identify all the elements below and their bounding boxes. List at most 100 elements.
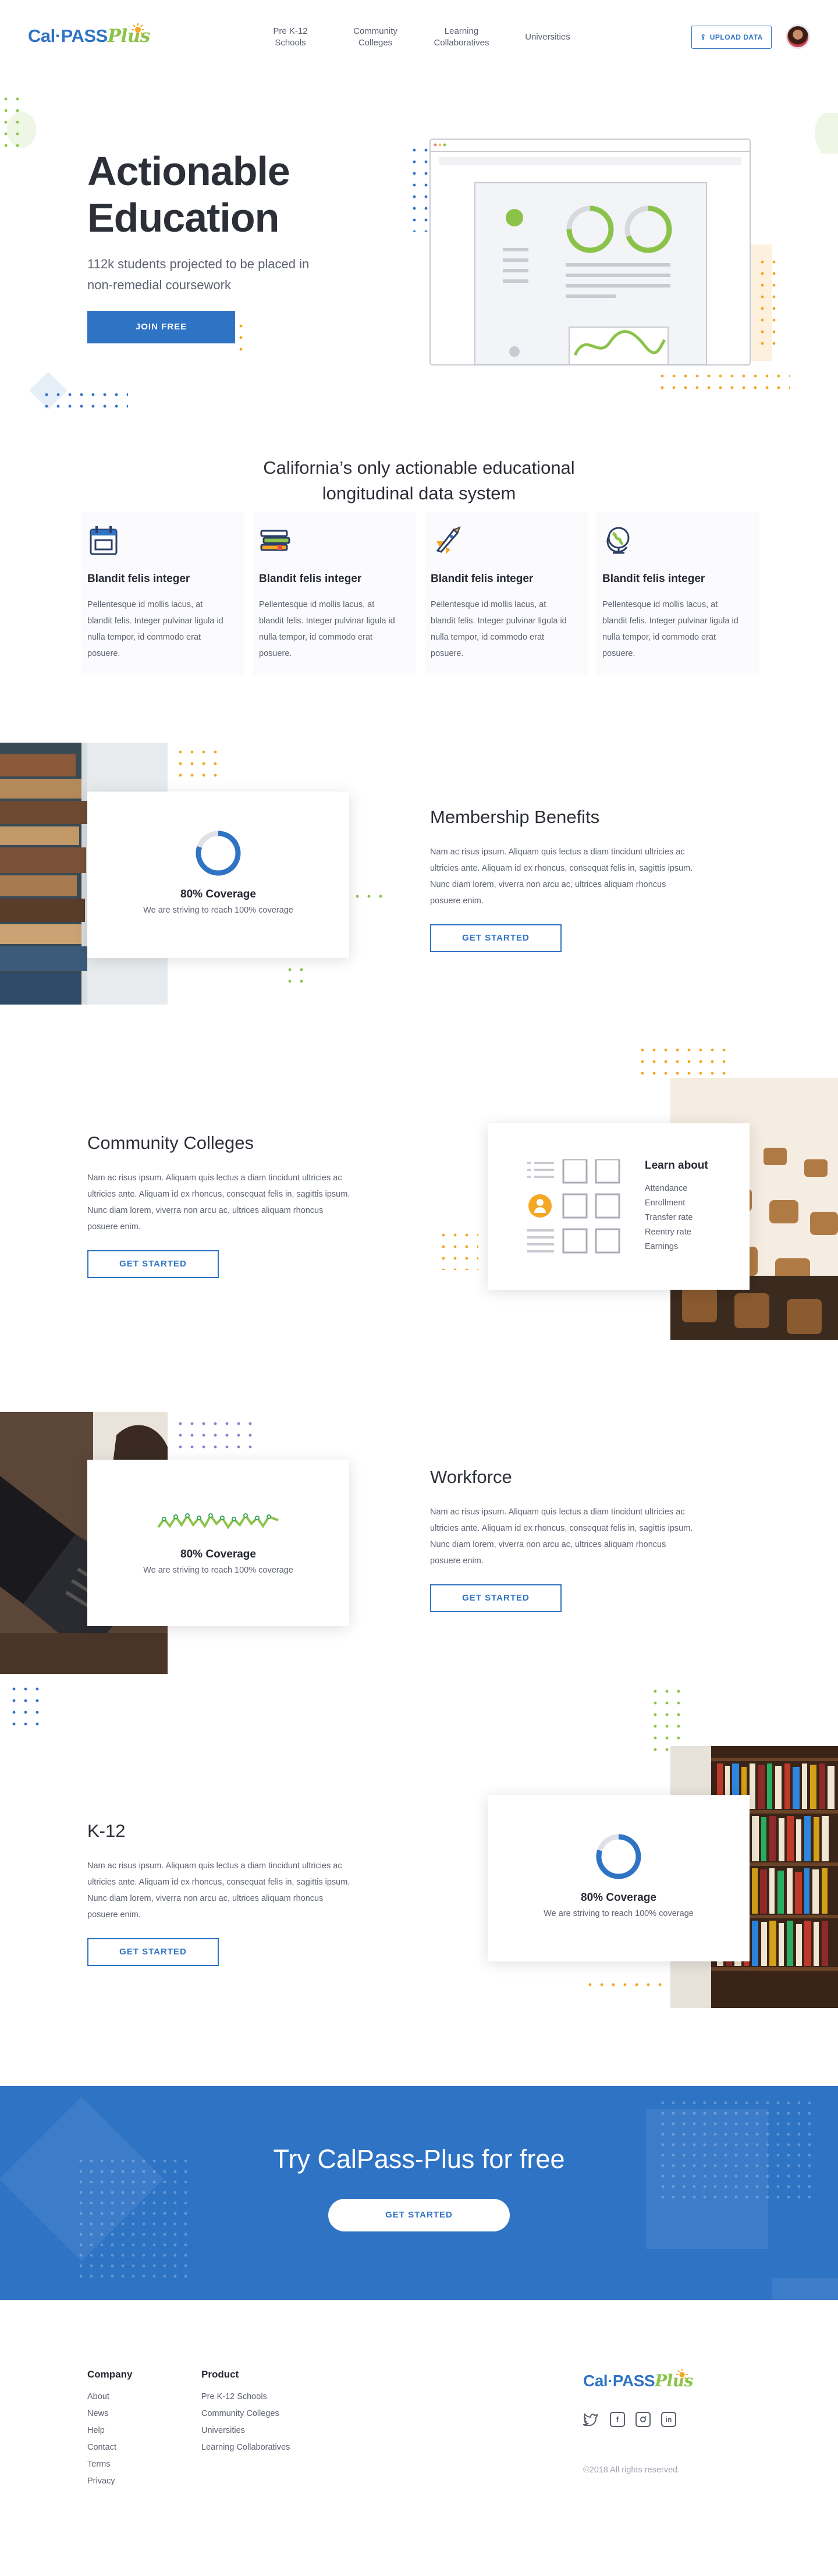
decor-dots: [649, 1686, 684, 1751]
learn-about-card: Learn about Attendance Enrollment Transf…: [488, 1123, 750, 1290]
nav-community-colleges[interactable]: Community Colleges: [338, 26, 413, 49]
footer-logo[interactable]: Cal·PASSPlus: [583, 2369, 693, 2390]
coverage-title: 80% Coverage: [581, 1892, 656, 1904]
try-banner: Try CalPass-Plus for free GET STARTED: [0, 2086, 838, 2300]
membership-title: Membership Benefits: [430, 807, 600, 827]
k12-body: Nam ac risus ipsum. Aliquam quis lectus …: [87, 1861, 350, 1919]
hero-decor-blob: [815, 113, 838, 154]
footer-link-about[interactable]: About: [87, 2389, 116, 2405]
nav-label: Schools: [275, 38, 306, 48]
coverage-sparkline: [157, 1513, 279, 1530]
membership-body: Nam ac risus ipsum. Aliquam quis lectus …: [430, 847, 693, 906]
footer-link-terms[interactable]: Terms: [87, 2456, 116, 2473]
community-body: Nam ac risus ipsum. Aliquam quis lectus …: [87, 1173, 350, 1232]
sun-icon: [676, 2369, 688, 2380]
intro-title-line: California’s only actionable educational: [263, 457, 575, 478]
banner-decor-dots: [76, 2156, 192, 2284]
learn-about-item: Attendance: [645, 1184, 688, 1193]
learn-about-item: Reentry rate: [645, 1227, 691, 1237]
learn-about-item: Earnings: [645, 1242, 679, 1251]
feature-title: Blandit felis integer: [602, 573, 705, 585]
facebook-icon[interactable]: f: [610, 2412, 625, 2427]
decor-dots: [175, 746, 221, 781]
decor-dots: [351, 890, 383, 903]
k12-coverage-card: 80% Coverage We are striving to reach 10…: [488, 1795, 750, 1961]
workforce-coverage-card: 80% Coverage We are striving to reach 10…: [87, 1460, 349, 1626]
coverage-subtitle: We are striving to reach 100% coverage: [544, 1909, 694, 1918]
feature-card: Blandit felis integer Pellentesque id mo…: [81, 512, 244, 675]
footer-product-heading: Product: [201, 2369, 239, 2380]
workforce-title: Workforce: [430, 1467, 512, 1487]
footer-link-help[interactable]: Help: [87, 2422, 116, 2439]
linkedin-icon[interactable]: in: [661, 2412, 676, 2427]
decor-dots: [284, 964, 307, 989]
hero-subtitle-line: 112k students projected to be placed in: [87, 257, 310, 271]
feature-body: Pellentesque id mollis lacus, at blandit…: [431, 600, 567, 658]
learn-about-list: Attendance Enrollment Transfer rate Reen…: [645, 1181, 693, 1254]
avatar[interactable]: [786, 24, 810, 49]
decor-dots: [438, 1229, 478, 1270]
globe-icon: [606, 527, 630, 554]
nav-label: Community: [353, 26, 397, 36]
k12-title: K-12: [87, 1821, 126, 1841]
rocket-icon: [436, 526, 461, 554]
hero-title-line: Actionable: [87, 148, 290, 194]
membership-get-started-button[interactable]: GET STARTED: [430, 924, 562, 952]
try-banner-title: Try CalPass-Plus for free: [273, 2144, 565, 2174]
calendar-icon: [90, 526, 118, 555]
nav-label: Universities: [525, 32, 570, 42]
decor-dots: [175, 1418, 256, 1453]
nav-label: Pre K-12: [273, 26, 308, 36]
copyright-text: ©2018 All rights reserved.: [583, 2465, 680, 2475]
footer-link-news[interactable]: News: [87, 2405, 116, 2422]
footer-product-links: Pre K-12 Schools Community Colleges Univ…: [201, 2389, 290, 2456]
footer-link-contact[interactable]: Contact: [87, 2439, 116, 2456]
site-logo[interactable]: Cal·PASSPlus: [28, 23, 150, 47]
feature-body: Pellentesque id mollis lacus, at blandit…: [87, 600, 223, 658]
community-title: Community Colleges: [87, 1133, 254, 1153]
footer-link-universities[interactable]: Universities: [201, 2422, 290, 2439]
footer-link-community-colleges[interactable]: Community Colleges: [201, 2405, 290, 2422]
join-free-button[interactable]: JOIN FREE: [87, 311, 235, 343]
feature-card: Blandit felis integer Pellentesque id mo…: [425, 512, 588, 675]
hero-title: Actionable Education: [87, 148, 290, 241]
nav-label: Colleges: [358, 38, 393, 48]
coverage-title: 80% Coverage: [180, 1548, 256, 1560]
hero-subtitle-line: non-remedial coursework: [87, 278, 231, 292]
upload-data-label: UPLOAD DATA: [709, 33, 763, 41]
intro-title: California’s only actionable educational…: [0, 455, 838, 506]
membership-coverage-card: 80% Coverage We are striving to reach 10…: [87, 792, 349, 958]
feature-card: Blandit felis integer Pellentesque id mo…: [253, 512, 416, 675]
coverage-donut: [596, 1834, 641, 1879]
hero-decor-dots: [235, 320, 248, 355]
upload-data-button[interactable]: ⇪ UPLOAD DATA: [691, 26, 772, 49]
twitter-icon[interactable]: [583, 2412, 598, 2427]
books-icon: [260, 530, 290, 551]
footer-company-links: About News Help Contact Terms Privacy: [87, 2389, 116, 2490]
intro-title-line: longitudinal data system: [322, 483, 516, 503]
footer-link-privacy[interactable]: Privacy: [87, 2473, 116, 2490]
try-banner-get-started-button[interactable]: GET STARTED: [328, 2199, 510, 2231]
student-grid-illustration: [527, 1159, 620, 1254]
dashboard-illustration: [429, 139, 751, 366]
coverage-subtitle: We are striving to reach 100% coverage: [143, 906, 293, 915]
nav-learning-collaboratives[interactable]: Learning Collaboratives: [424, 26, 499, 49]
coverage-title: 80% Coverage: [180, 888, 256, 900]
decor-dots: [8, 1683, 43, 1730]
instagram-icon[interactable]: [635, 2412, 651, 2427]
coverage-donut: [196, 831, 241, 876]
workforce-get-started-button[interactable]: GET STARTED: [430, 1584, 562, 1612]
logo-cal-text: Cal·PASS: [583, 2372, 655, 2390]
community-get-started-button[interactable]: GET STARTED: [87, 1250, 219, 1278]
decor-dots: [584, 1979, 673, 1993]
k12-get-started-button[interactable]: GET STARTED: [87, 1938, 219, 1966]
footer-link-learning-collaboratives[interactable]: Learning Collaboratives: [201, 2439, 290, 2456]
decor-dots: [637, 1044, 732, 1081]
hero-subtitle: 112k students projected to be placed in …: [87, 254, 309, 296]
footer-link-pre-k12[interactable]: Pre K-12 Schools: [201, 2389, 290, 2405]
learn-about-item: Transfer rate: [645, 1213, 693, 1222]
hero-decor-dots: [41, 389, 128, 412]
nav-pre-k12[interactable]: Pre K-12 Schools: [253, 26, 328, 49]
feature-body: Pellentesque id mollis lacus, at blandit…: [602, 600, 738, 658]
nav-universities[interactable]: Universities: [510, 31, 585, 43]
